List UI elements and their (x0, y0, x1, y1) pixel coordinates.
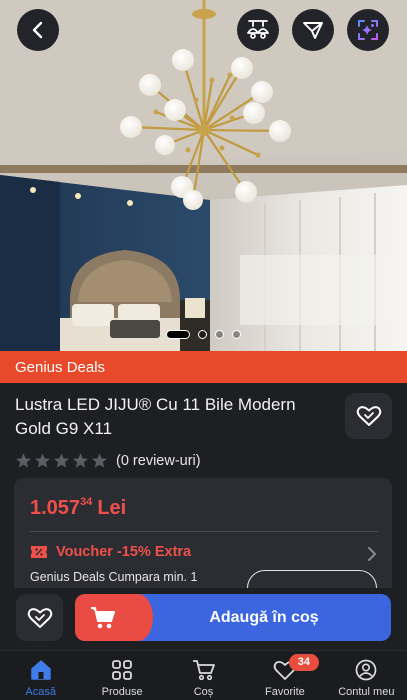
price: 1.05734 Lei (30, 496, 126, 520)
add-to-favorites-button[interactable] (345, 393, 392, 439)
pagination-dot[interactable] (232, 330, 241, 339)
genius-deals-banner: Genius Deals (0, 351, 407, 383)
heart-plus-icon (356, 406, 381, 426)
voucher-ticket-icon (31, 546, 47, 558)
pagination-dot[interactable] (198, 330, 207, 339)
nav-label: Produse (101, 686, 143, 698)
pagination-dot[interactable] (215, 330, 224, 339)
add-to-cart-label: Adaugă în coș (209, 609, 319, 626)
voucher-label: Voucher -15% Extra (56, 544, 192, 560)
voucher-detail: Genius Deals Cumpara min. 1 (30, 570, 198, 584)
nav-label: Favorite (265, 686, 305, 698)
share-button[interactable] (292, 9, 334, 51)
gallery-pagination (0, 330, 407, 339)
review-count: (0 review-uri) (116, 452, 201, 469)
product-photo (0, 0, 407, 351)
cart-icon (91, 607, 115, 629)
ai-sparkle-icon (358, 20, 378, 40)
star-icon (35, 453, 50, 468)
pagination-dot[interactable] (166, 330, 190, 339)
add-to-cart-button[interactable]: Adaugă în coș (75, 594, 391, 641)
nav-label: Contul meu (338, 686, 395, 698)
star-icon (54, 453, 69, 468)
price-card: 1.05734 Lei Voucher -15% Extra Genius Dea… (14, 478, 392, 598)
ai-assistant-button[interactable] (347, 9, 389, 51)
home-icon (30, 660, 51, 680)
user-icon (355, 659, 377, 681)
nav-favorites[interactable]: 34 Favorite (244, 651, 325, 700)
similar-products-button[interactable] (237, 9, 279, 51)
bottom-navigation: Acasă Produse Coș 34 Favorite Contul meu (0, 650, 407, 700)
nav-label: Acasă (25, 686, 56, 698)
favorites-count-badge: 34 (288, 654, 319, 671)
divider (30, 531, 378, 532)
price-main: 1.057 (30, 497, 81, 519)
nav-label: Coș (193, 686, 214, 698)
star-icon (92, 453, 107, 468)
grid-icon (112, 660, 133, 680)
nav-cart[interactable]: Coș (163, 651, 244, 700)
action-bar: Adaugă în coș (0, 588, 407, 650)
voucher-row[interactable]: Voucher -15% Extra (30, 544, 191, 560)
send-icon (303, 22, 323, 39)
star-icon (16, 453, 31, 468)
rating-stars (15, 452, 108, 469)
product-rating[interactable]: (0 review-uri) (15, 452, 201, 469)
nav-home[interactable]: Acasă (0, 651, 81, 700)
product-image-gallery[interactable] (0, 0, 407, 351)
price-currency: Lei (97, 497, 127, 519)
nav-products[interactable]: Produse (81, 651, 162, 700)
chevron-right-icon[interactable] (366, 546, 378, 562)
favorite-button[interactable] (16, 594, 63, 641)
chevron-left-icon (32, 21, 43, 39)
price-decimals: 34 (80, 496, 93, 508)
lamp-compare-icon (247, 20, 269, 39)
star-icon (73, 453, 88, 468)
nav-account[interactable]: Contul meu (326, 651, 407, 700)
back-button[interactable] (17, 9, 59, 51)
deal-banner-label: Genius Deals (15, 358, 106, 376)
cart-icon (192, 660, 215, 681)
product-title: Lustra LED JIJU® Cu 11 Bile Modern Gold … (15, 395, 296, 438)
heart-plus-icon (27, 607, 52, 628)
